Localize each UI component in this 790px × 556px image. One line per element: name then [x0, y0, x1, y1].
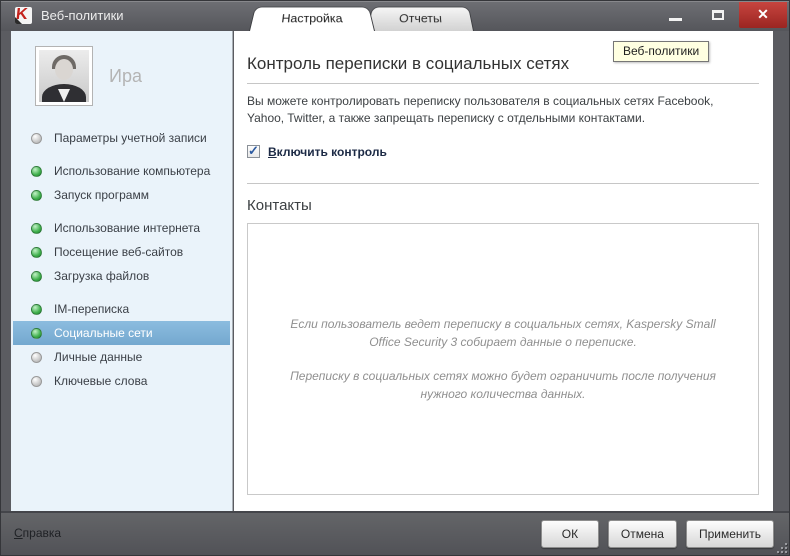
maximize-button[interactable]	[697, 2, 739, 28]
title-separator	[247, 83, 759, 84]
sidebar-item-computer-usage[interactable]: Использование компьютера	[13, 159, 230, 183]
contacts-empty-text-2: Переписку в социальных сетях можно будет…	[283, 367, 723, 403]
help-link[interactable]: Справка	[14, 526, 61, 540]
window-title: Веб-политики	[41, 8, 124, 23]
sidebar-item-website-visits[interactable]: Посещение веб-сайтов	[13, 240, 230, 264]
enable-control-checkbox[interactable]: ✓	[247, 145, 260, 158]
user-name: Ира	[109, 66, 142, 87]
dialog-buttons: ОК Отмена Применить	[541, 520, 774, 548]
resize-grip[interactable]	[777, 543, 787, 553]
close-button[interactable]: ✕	[739, 2, 787, 28]
sidebar-item-internet-usage[interactable]: Использование интернета	[13, 216, 230, 240]
footer-bar: Справка ОК Отмена Применить	[1, 511, 789, 555]
main-content: Контроль переписки в социальных сетях Вы…	[234, 31, 773, 511]
kaspersky-logo-corner	[15, 17, 22, 24]
enable-control-label[interactable]: Включить контроль	[268, 145, 387, 159]
ok-button[interactable]: ОК	[541, 520, 599, 548]
status-dot-green-icon	[31, 328, 42, 339]
minimize-icon	[669, 18, 682, 21]
section-separator	[247, 183, 759, 184]
status-dot-green-icon	[31, 247, 42, 258]
page-description: Вы можете контролировать переписку польз…	[247, 93, 759, 128]
status-dot-gray-icon	[31, 376, 42, 387]
minimize-button[interactable]	[655, 2, 697, 28]
checkbox-check-icon: ✓	[248, 143, 259, 159]
status-dot-green-icon	[31, 223, 42, 234]
sidebar-item-social-networks[interactable]: Социальные сети	[13, 321, 230, 345]
sidebar-item-personal-data[interactable]: Личные данные	[13, 345, 230, 369]
sidebar-nav: Параметры учетной записи Использование к…	[11, 126, 232, 393]
sidebar-item-account-settings[interactable]: Параметры учетной записи	[13, 126, 230, 150]
status-dot-green-icon	[31, 271, 42, 282]
tooltip: Веб-политики	[613, 41, 709, 62]
tab-bar: Настройка Отчеты	[253, 4, 470, 31]
status-dot-gray-icon	[31, 352, 42, 363]
enable-control-row: ✓ Включить контроль	[247, 145, 759, 159]
tab-settings[interactable]: Настройка	[249, 7, 375, 31]
user-block: Ира	[11, 31, 232, 106]
tab-reports[interactable]: Отчеты	[367, 7, 474, 31]
sidebar-item-file-downloads[interactable]: Загрузка файлов	[13, 264, 230, 288]
apply-button[interactable]: Применить	[686, 520, 774, 548]
status-dot-green-icon	[31, 166, 42, 177]
sidebar-item-program-launch[interactable]: Запуск программ	[13, 183, 230, 207]
status-dot-green-icon	[31, 304, 42, 315]
sidebar-item-keywords[interactable]: Ключевые слова	[13, 369, 230, 393]
close-icon: ✕	[739, 6, 787, 23]
avatar-photo	[39, 50, 89, 102]
avatar	[35, 46, 93, 106]
contacts-empty-panel: Если пользователь ведет переписку в соци…	[247, 223, 759, 495]
cancel-button[interactable]: Отмена	[608, 520, 677, 548]
kaspersky-logo-icon: K	[15, 7, 32, 24]
web-policies-window: K Веб-политики ✕ Настройка Отчеты Ира Па…	[0, 0, 790, 556]
status-dot-green-icon	[31, 190, 42, 201]
contacts-empty-text-1: Если пользователь ведет переписку в соци…	[283, 315, 723, 351]
sidebar-item-im-messaging[interactable]: IM-переписка	[13, 297, 230, 321]
window-controls: ✕	[655, 2, 787, 28]
sidebar: Ира Параметры учетной записи Использован…	[11, 31, 233, 511]
contacts-section-title: Контакты	[247, 197, 759, 214]
maximize-icon	[712, 10, 724, 20]
status-dot-gray-icon	[31, 133, 42, 144]
